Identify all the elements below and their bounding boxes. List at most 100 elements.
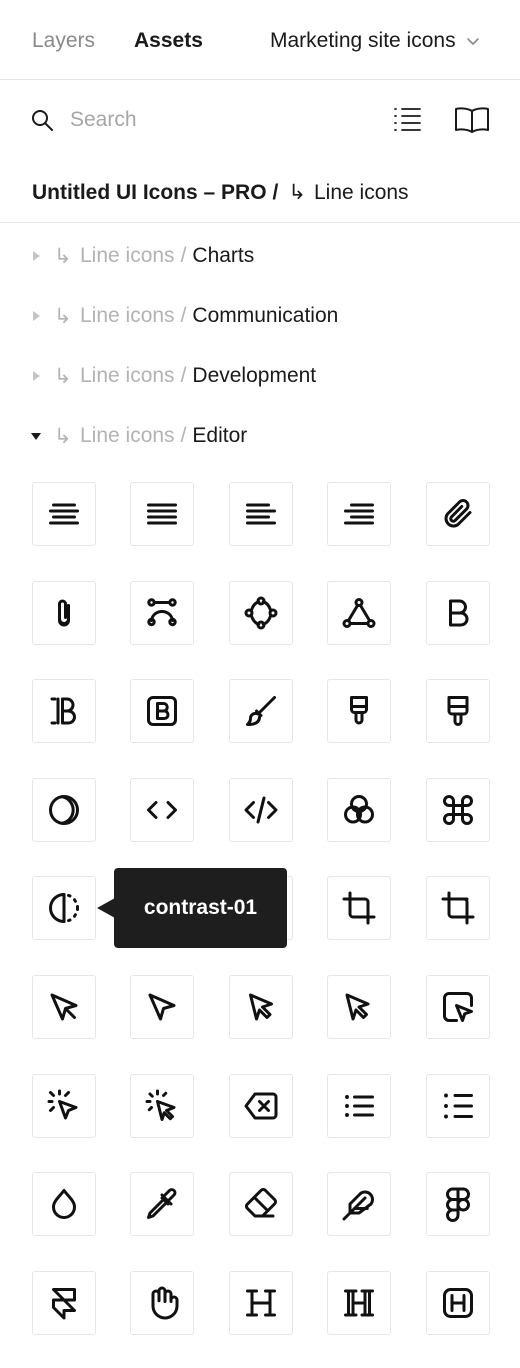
group-row-development[interactable]: ↳ Line icons / Development	[0, 356, 520, 396]
dropper-icon	[147, 1188, 177, 1219]
tab-assets[interactable]: Assets	[134, 27, 203, 55]
icon-tile[interactable]	[32, 975, 96, 1039]
icon-tile[interactable]	[327, 1074, 391, 1138]
breadcrumb-current: Line icons	[313, 181, 409, 204]
align-right-icon	[344, 503, 374, 525]
icon-tile[interactable]	[327, 1271, 391, 1335]
icon-tile[interactable]	[327, 778, 391, 842]
breadcrumb-root[interactable]: Untitled UI Icons – PRO	[32, 178, 267, 208]
icon-tile[interactable]	[130, 482, 194, 546]
icon-tile[interactable]	[426, 1074, 490, 1138]
icon-tile[interactable]	[426, 679, 490, 743]
icon-tile[interactable]	[32, 482, 96, 546]
icon-tile[interactable]	[130, 1271, 194, 1335]
icon-tile[interactable]	[229, 581, 293, 645]
icon-tile[interactable]	[32, 1074, 96, 1138]
search-icon	[32, 110, 53, 131]
tooltip: contrast-01	[114, 868, 287, 948]
delete-icon	[244, 1092, 278, 1120]
bold-01-icon	[449, 599, 469, 627]
align-center-icon	[49, 503, 79, 525]
icon-tile[interactable]	[426, 975, 490, 1039]
caret-down-icon	[31, 433, 41, 440]
icon-tile[interactable]	[130, 778, 194, 842]
feather-icon	[342, 1190, 374, 1221]
colors-icon	[344, 795, 374, 824]
icon-tile[interactable]	[130, 1172, 194, 1236]
breadcrumb: Untitled UI Icons – PRO / ↳ Line icons	[32, 178, 409, 208]
icon-tile[interactable]	[32, 876, 96, 940]
search-bar	[0, 80, 520, 160]
list-view-icon[interactable]	[392, 106, 422, 134]
tooltip-label: contrast-01	[143, 896, 258, 919]
group-row-editor[interactable]: ↳ Line icons / Editor	[0, 416, 520, 456]
icon-tile[interactable]	[130, 1074, 194, 1138]
icon-tile[interactable]	[130, 679, 194, 743]
icon-tile[interactable]	[327, 581, 391, 645]
heading-02-icon	[344, 1289, 374, 1317]
group-name: Development	[192, 364, 317, 387]
dotpoints-02-icon	[444, 1093, 473, 1119]
bold-02-icon	[50, 697, 76, 725]
group-name: Communication	[192, 304, 339, 327]
icon-tile[interactable]	[130, 581, 194, 645]
group-slash: /	[180, 424, 187, 447]
icon-tile[interactable]	[229, 778, 293, 842]
icon-tile[interactable]	[426, 1172, 490, 1236]
icon-tile[interactable]	[32, 1271, 96, 1335]
icon-tile[interactable]	[426, 778, 490, 842]
bezier-curve-01-icon	[147, 598, 177, 627]
library-book-icon[interactable]	[452, 105, 492, 135]
subfolder-arrow-icon: ↳	[54, 364, 72, 388]
subfolder-arrow-icon: ↳	[54, 304, 72, 328]
group-row-communication[interactable]: ↳ Line icons / Communication	[0, 296, 520, 336]
icon-tile[interactable]	[229, 1271, 293, 1335]
icon-tile[interactable]	[32, 1172, 96, 1236]
bold-square-icon	[147, 696, 177, 726]
group-name: Editor	[192, 424, 248, 447]
group-path: Line icons	[80, 244, 175, 267]
panel-tabs: Layers Assets Marketing site icons	[0, 0, 520, 80]
icon-tile[interactable]	[426, 482, 490, 546]
cursor-click-02-icon	[145, 1089, 176, 1121]
subfolder-arrow-icon: ↳	[288, 181, 306, 204]
icon-tile[interactable]	[229, 975, 293, 1039]
icon-tile[interactable]	[229, 482, 293, 546]
cursor-box-icon	[443, 992, 473, 1022]
cursor-click-01-icon	[47, 1089, 78, 1120]
icon-tile[interactable]	[426, 876, 490, 940]
icon-tile[interactable]	[229, 679, 293, 743]
icon-tile[interactable]	[327, 876, 391, 940]
search-input[interactable]	[70, 106, 370, 134]
group-slash: /	[180, 244, 187, 267]
icon-tile[interactable]	[426, 581, 490, 645]
icon-tile[interactable]	[327, 482, 391, 546]
caret-right-icon	[33, 311, 40, 321]
tab-layers[interactable]: Layers	[32, 27, 95, 55]
align-justify-icon	[147, 503, 177, 525]
icon-tile[interactable]	[327, 975, 391, 1039]
cursor-03-icon	[249, 993, 273, 1021]
icon-tile[interactable]	[32, 778, 96, 842]
icon-tile[interactable]	[229, 1172, 293, 1236]
icon-tile[interactable]	[130, 975, 194, 1039]
group-path: Line icons	[80, 304, 175, 327]
group-path: Line icons	[80, 424, 175, 447]
group-slash: /	[180, 364, 187, 387]
circle-cut-icon	[49, 795, 79, 825]
icon-tile[interactable]	[32, 581, 96, 645]
icon-tile[interactable]	[32, 679, 96, 743]
group-slash: /	[180, 304, 187, 327]
figma-icon	[446, 1187, 470, 1222]
cursor-02-icon	[148, 993, 176, 1021]
heading-01-icon	[246, 1289, 276, 1317]
group-row-charts[interactable]: ↳ Line icons / Charts	[0, 236, 520, 276]
library-dropdown[interactable]: Marketing site icons	[270, 27, 480, 55]
icon-tile[interactable]	[229, 1074, 293, 1138]
contrast-01-icon	[49, 893, 79, 923]
icon-tile[interactable]	[327, 679, 391, 743]
divider	[0, 222, 520, 223]
icon-tile[interactable]	[426, 1271, 490, 1335]
icon-tile[interactable]	[327, 1172, 391, 1236]
cursor-01-icon	[50, 993, 78, 1021]
